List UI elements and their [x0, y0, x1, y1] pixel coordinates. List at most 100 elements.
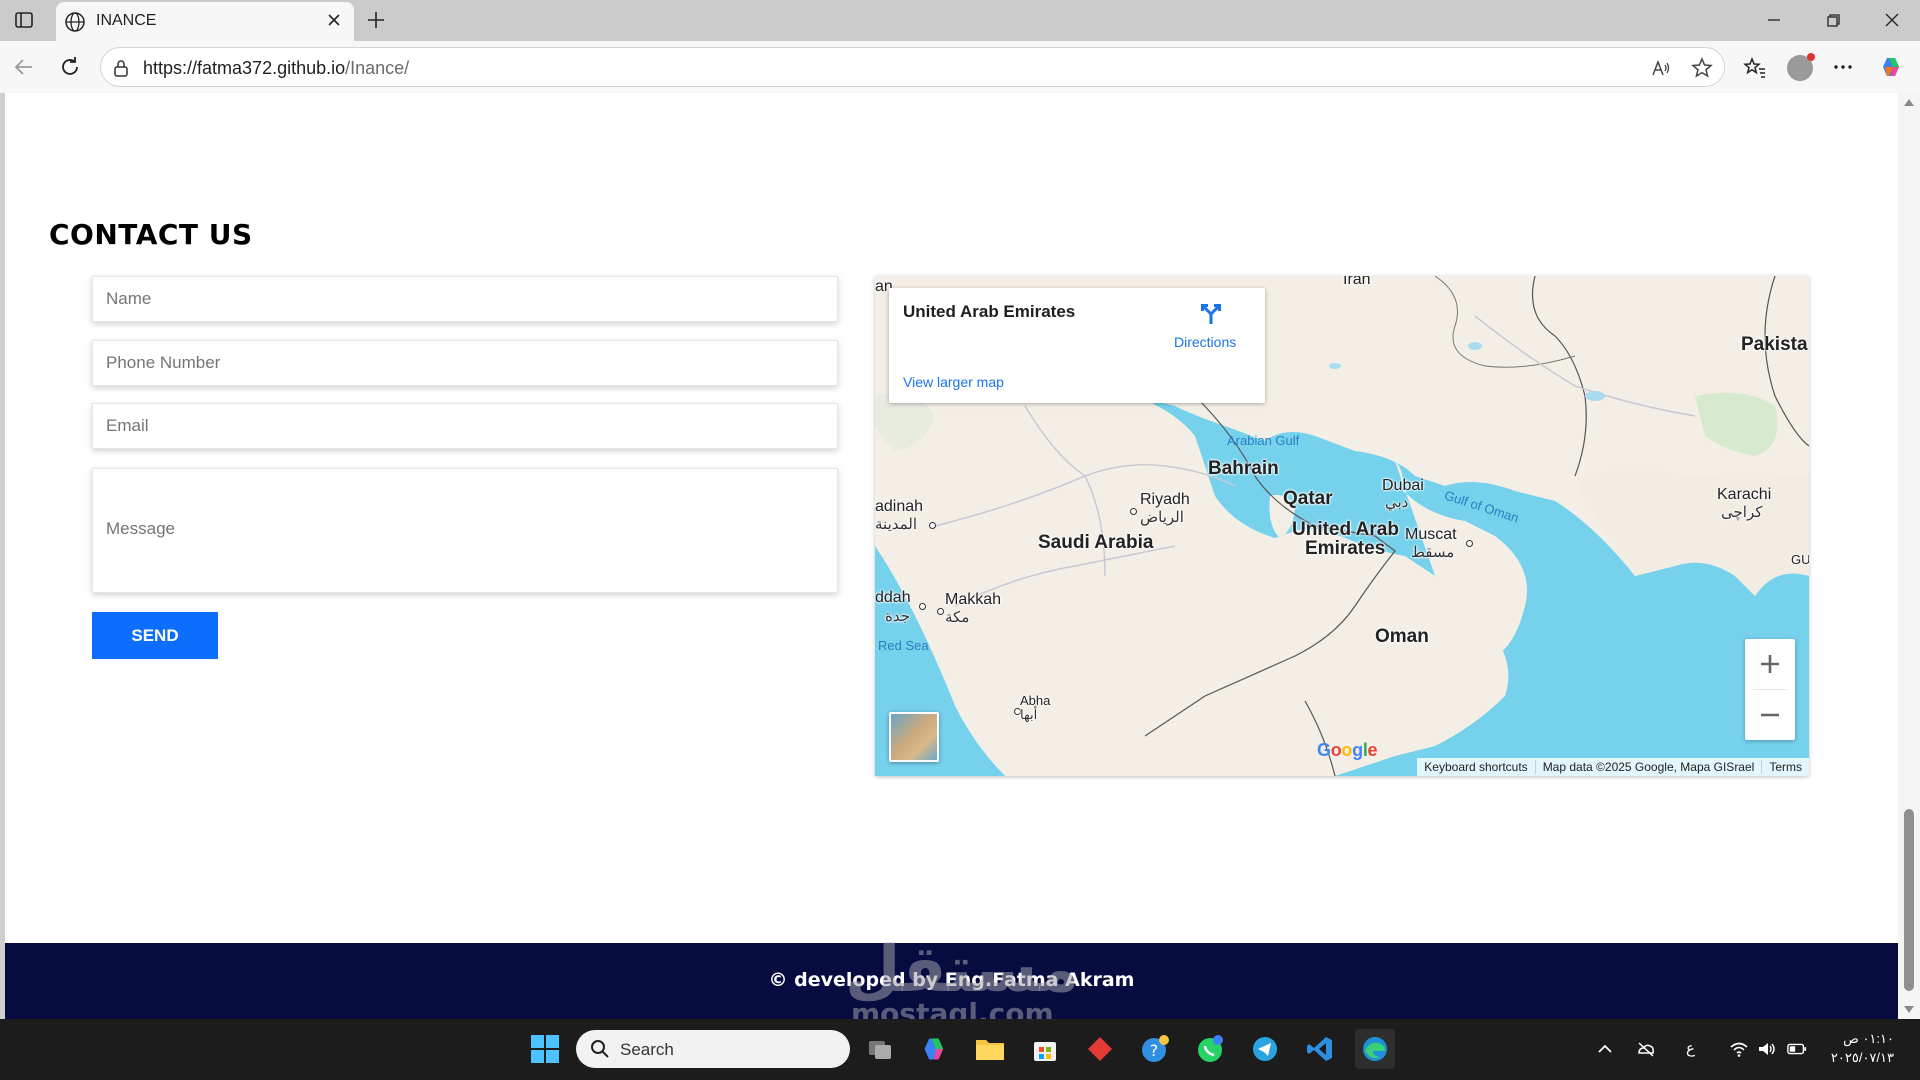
- directions-link[interactable]: Directions: [1174, 334, 1236, 350]
- show-hidden-icons[interactable]: [1595, 1039, 1615, 1059]
- close-tab-icon[interactable]: [326, 12, 342, 28]
- help-icon: ?: [1142, 1035, 1169, 1062]
- file-explorer-app[interactable]: [970, 1029, 1010, 1069]
- store-icon: [1034, 1042, 1056, 1061]
- svg-text:?: ?: [1150, 1041, 1159, 1060]
- scroll-thumb[interactable]: [1904, 809, 1914, 991]
- tab-bar: INANCE: [0, 0, 1920, 41]
- map-embed[interactable]: Iran an Pakista Arabian Gulf Bahrain Qat…: [875, 276, 1809, 776]
- windows-logo-icon: [531, 1035, 559, 1063]
- satellite-toggle[interactable]: [889, 712, 939, 762]
- red-app[interactable]: [1080, 1029, 1120, 1069]
- map-label-riyadh: Riyadh: [1140, 491, 1190, 508]
- site-info-icon[interactable]: [111, 58, 131, 78]
- map-label-abha: Abha: [1020, 693, 1051, 708]
- map-label-red-sea: Red Sea: [878, 638, 929, 653]
- url-text: https://fatma372.github.io/Inance/: [143, 58, 409, 79]
- keyboard-shortcuts-link[interactable]: Keyboard shortcuts: [1417, 760, 1534, 774]
- view-larger-map-link[interactable]: View larger map: [903, 374, 1004, 390]
- battery-icon[interactable]: [1787, 1039, 1807, 1059]
- map-label-karachi: Karachi: [1717, 486, 1772, 503]
- map-label-bahrain: Bahrain: [1208, 458, 1279, 479]
- tab-title: INANCE: [96, 12, 157, 29]
- copilot-app-icon: [924, 1038, 944, 1060]
- vscode-icon: [1307, 1037, 1332, 1061]
- clock-date: ٢٠٢٥/٠٧/١٣: [1830, 1050, 1894, 1065]
- directions-icon[interactable]: [1199, 302, 1223, 326]
- terms-link[interactable]: Terms: [1761, 760, 1809, 774]
- onedrive-offline-icon[interactable]: [1636, 1039, 1656, 1059]
- send-button[interactable]: SEND: [92, 612, 218, 659]
- map-label-muscat-ar: مسقط: [1411, 544, 1455, 561]
- map-label-jeddah-ar: جدة: [885, 608, 911, 625]
- microsoft-store-app[interactable]: [1025, 1029, 1065, 1069]
- close-window-icon[interactable]: [1880, 8, 1904, 32]
- new-tab-icon[interactable]: [366, 10, 386, 30]
- telegram-app[interactable]: [1245, 1029, 1285, 1069]
- more-options-icon[interactable]: [1831, 55, 1855, 79]
- sidebar-toggle-icon[interactable]: [14, 10, 34, 30]
- map-label-iran: Iran: [1343, 276, 1371, 288]
- volume-icon[interactable]: [1757, 1039, 1777, 1059]
- address-bar[interactable]: https://fatma372.github.io/Inance/: [100, 47, 1725, 87]
- folder-icon: [976, 1040, 1004, 1060]
- scroll-up-arrow[interactable]: [1904, 99, 1914, 106]
- map-attribution: Keyboard shortcuts Map data ©2025 Google…: [1417, 758, 1809, 776]
- favorite-star-icon[interactable]: [1691, 57, 1713, 79]
- page-scrollbar[interactable]: [1898, 93, 1920, 1019]
- wifi-icon[interactable]: [1729, 1039, 1749, 1059]
- whatsapp-app[interactable]: [1190, 1029, 1230, 1069]
- input-language[interactable]: ع: [1686, 1039, 1695, 1057]
- map-label-oman: Oman: [1375, 626, 1429, 647]
- message-input[interactable]: [92, 468, 838, 593]
- taskbar-search[interactable]: Search: [576, 1030, 850, 1068]
- map-dot-riyadh: [1130, 508, 1137, 515]
- reload-icon[interactable]: [58, 55, 82, 79]
- edge-icon: [1363, 1037, 1387, 1061]
- task-view-button[interactable]: [860, 1029, 900, 1069]
- windows-taskbar: Search ? ع ٠١:١٠ ص ٢٠٢٥/٠٧/١٣: [0, 1019, 1920, 1080]
- globe-icon: [65, 12, 85, 32]
- name-input[interactable]: [92, 276, 838, 322]
- map-label-madinah-ar: المدينة: [875, 516, 918, 533]
- zoom-in-button[interactable]: [1745, 639, 1795, 689]
- zoom-out-button[interactable]: [1745, 690, 1795, 740]
- email-input[interactable]: [92, 403, 838, 449]
- read-aloud-icon[interactable]: [1650, 57, 1672, 79]
- diamond-app-icon: [1088, 1037, 1112, 1061]
- scroll-down-arrow[interactable]: [1904, 1006, 1914, 1013]
- page-viewport: CONTACT US SEND: [5, 93, 1898, 1019]
- back-icon[interactable]: [12, 55, 36, 79]
- map-data-text: Map data ©2025 Google, Mapa GISrael: [1534, 760, 1762, 774]
- search-icon: [591, 1040, 609, 1058]
- phone-input[interactable]: [92, 340, 838, 386]
- map-label-abha-ar: أبها: [1020, 707, 1038, 722]
- url-host: https://fatma372.github.io: [143, 58, 346, 78]
- copilot-icon[interactable]: [1880, 55, 1904, 79]
- minimize-icon[interactable]: [1762, 8, 1786, 32]
- clock-time: ٠١:١٠ ص: [1843, 1031, 1894, 1046]
- map-dot-jeddah: [919, 603, 926, 610]
- profile-badge: [1807, 53, 1815, 61]
- telegram-icon: [1253, 1037, 1277, 1061]
- map-label-qatar: Qatar: [1283, 488, 1333, 509]
- browser-tab[interactable]: INANCE: [56, 2, 354, 41]
- plus-icon: [1761, 655, 1779, 673]
- zoom-controls: [1745, 639, 1795, 740]
- help-app[interactable]: ?: [1135, 1029, 1175, 1069]
- copilot-app[interactable]: [915, 1029, 955, 1069]
- start-button[interactable]: [525, 1029, 565, 1069]
- map-info-card: United Arab Emirates Directions View lar…: [889, 288, 1265, 403]
- vscode-app[interactable]: [1300, 1029, 1340, 1069]
- system-clock[interactable]: ٠١:١٠ ص ٢٠٢٥/٠٧/١٣: [1831, 1029, 1894, 1067]
- favorites-icon[interactable]: [1743, 55, 1767, 79]
- task-view-icon: [869, 1041, 891, 1059]
- map-dot-makkah: [937, 608, 944, 615]
- map-label-makkah: Makkah: [945, 591, 1002, 608]
- map-label-uae-2: Emirates: [1305, 538, 1386, 559]
- url-path: /Inance/: [345, 58, 410, 78]
- map-place-name: United Arab Emirates: [903, 302, 1076, 321]
- restore-icon[interactable]: [1821, 8, 1845, 32]
- edge-app[interactable]: [1355, 1029, 1395, 1069]
- map-label-pakistan: Pakista: [1741, 334, 1808, 355]
